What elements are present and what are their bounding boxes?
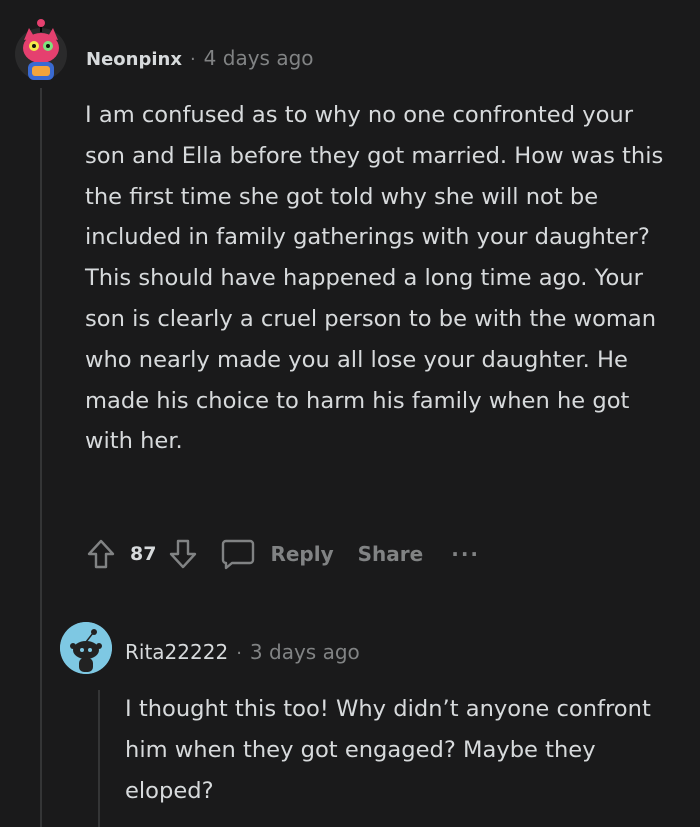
comment-body: I am confused as to why no one confronte… <box>85 95 675 462</box>
meta-separator: · <box>236 643 242 664</box>
thread-line-reply[interactable] <box>98 690 100 827</box>
reply-button[interactable]: Reply <box>270 542 333 566</box>
user-avatar[interactable] <box>12 18 70 88</box>
username[interactable]: Neonpinx <box>86 49 182 70</box>
share-button[interactable]: Share <box>358 542 424 566</box>
timestamp[interactable]: 3 days ago <box>250 640 360 664</box>
timestamp[interactable]: 4 days ago <box>204 46 314 70</box>
snoo-avatar-icon <box>60 622 112 674</box>
vote-score: 87 <box>130 543 157 565</box>
comment-text: I am confused as to why no one confronte… <box>85 102 664 455</box>
comment-bubble-icon[interactable] <box>218 534 258 574</box>
upvote-arrow-icon[interactable] <box>84 534 118 574</box>
comment-actions: 87 Reply Share ··· <box>84 534 480 574</box>
username[interactable]: Rita22222 <box>125 640 228 664</box>
user-avatar[interactable] <box>60 622 112 674</box>
comment-body: I thought this too! Why didn’t anyone co… <box>125 689 670 811</box>
comment-meta: Neonpinx · 4 days ago <box>86 46 314 70</box>
neonpinx-avatar-icon <box>15 19 67 80</box>
comment-meta: Rita22222 · 3 days ago <box>125 640 360 664</box>
comment-text: I thought this too! Why didn’t anyone co… <box>125 696 651 804</box>
thread-line-main[interactable] <box>40 88 42 827</box>
downvote-arrow-icon[interactable] <box>166 534 200 574</box>
meta-separator: · <box>189 49 196 70</box>
more-options-button[interactable]: ··· <box>451 542 480 566</box>
